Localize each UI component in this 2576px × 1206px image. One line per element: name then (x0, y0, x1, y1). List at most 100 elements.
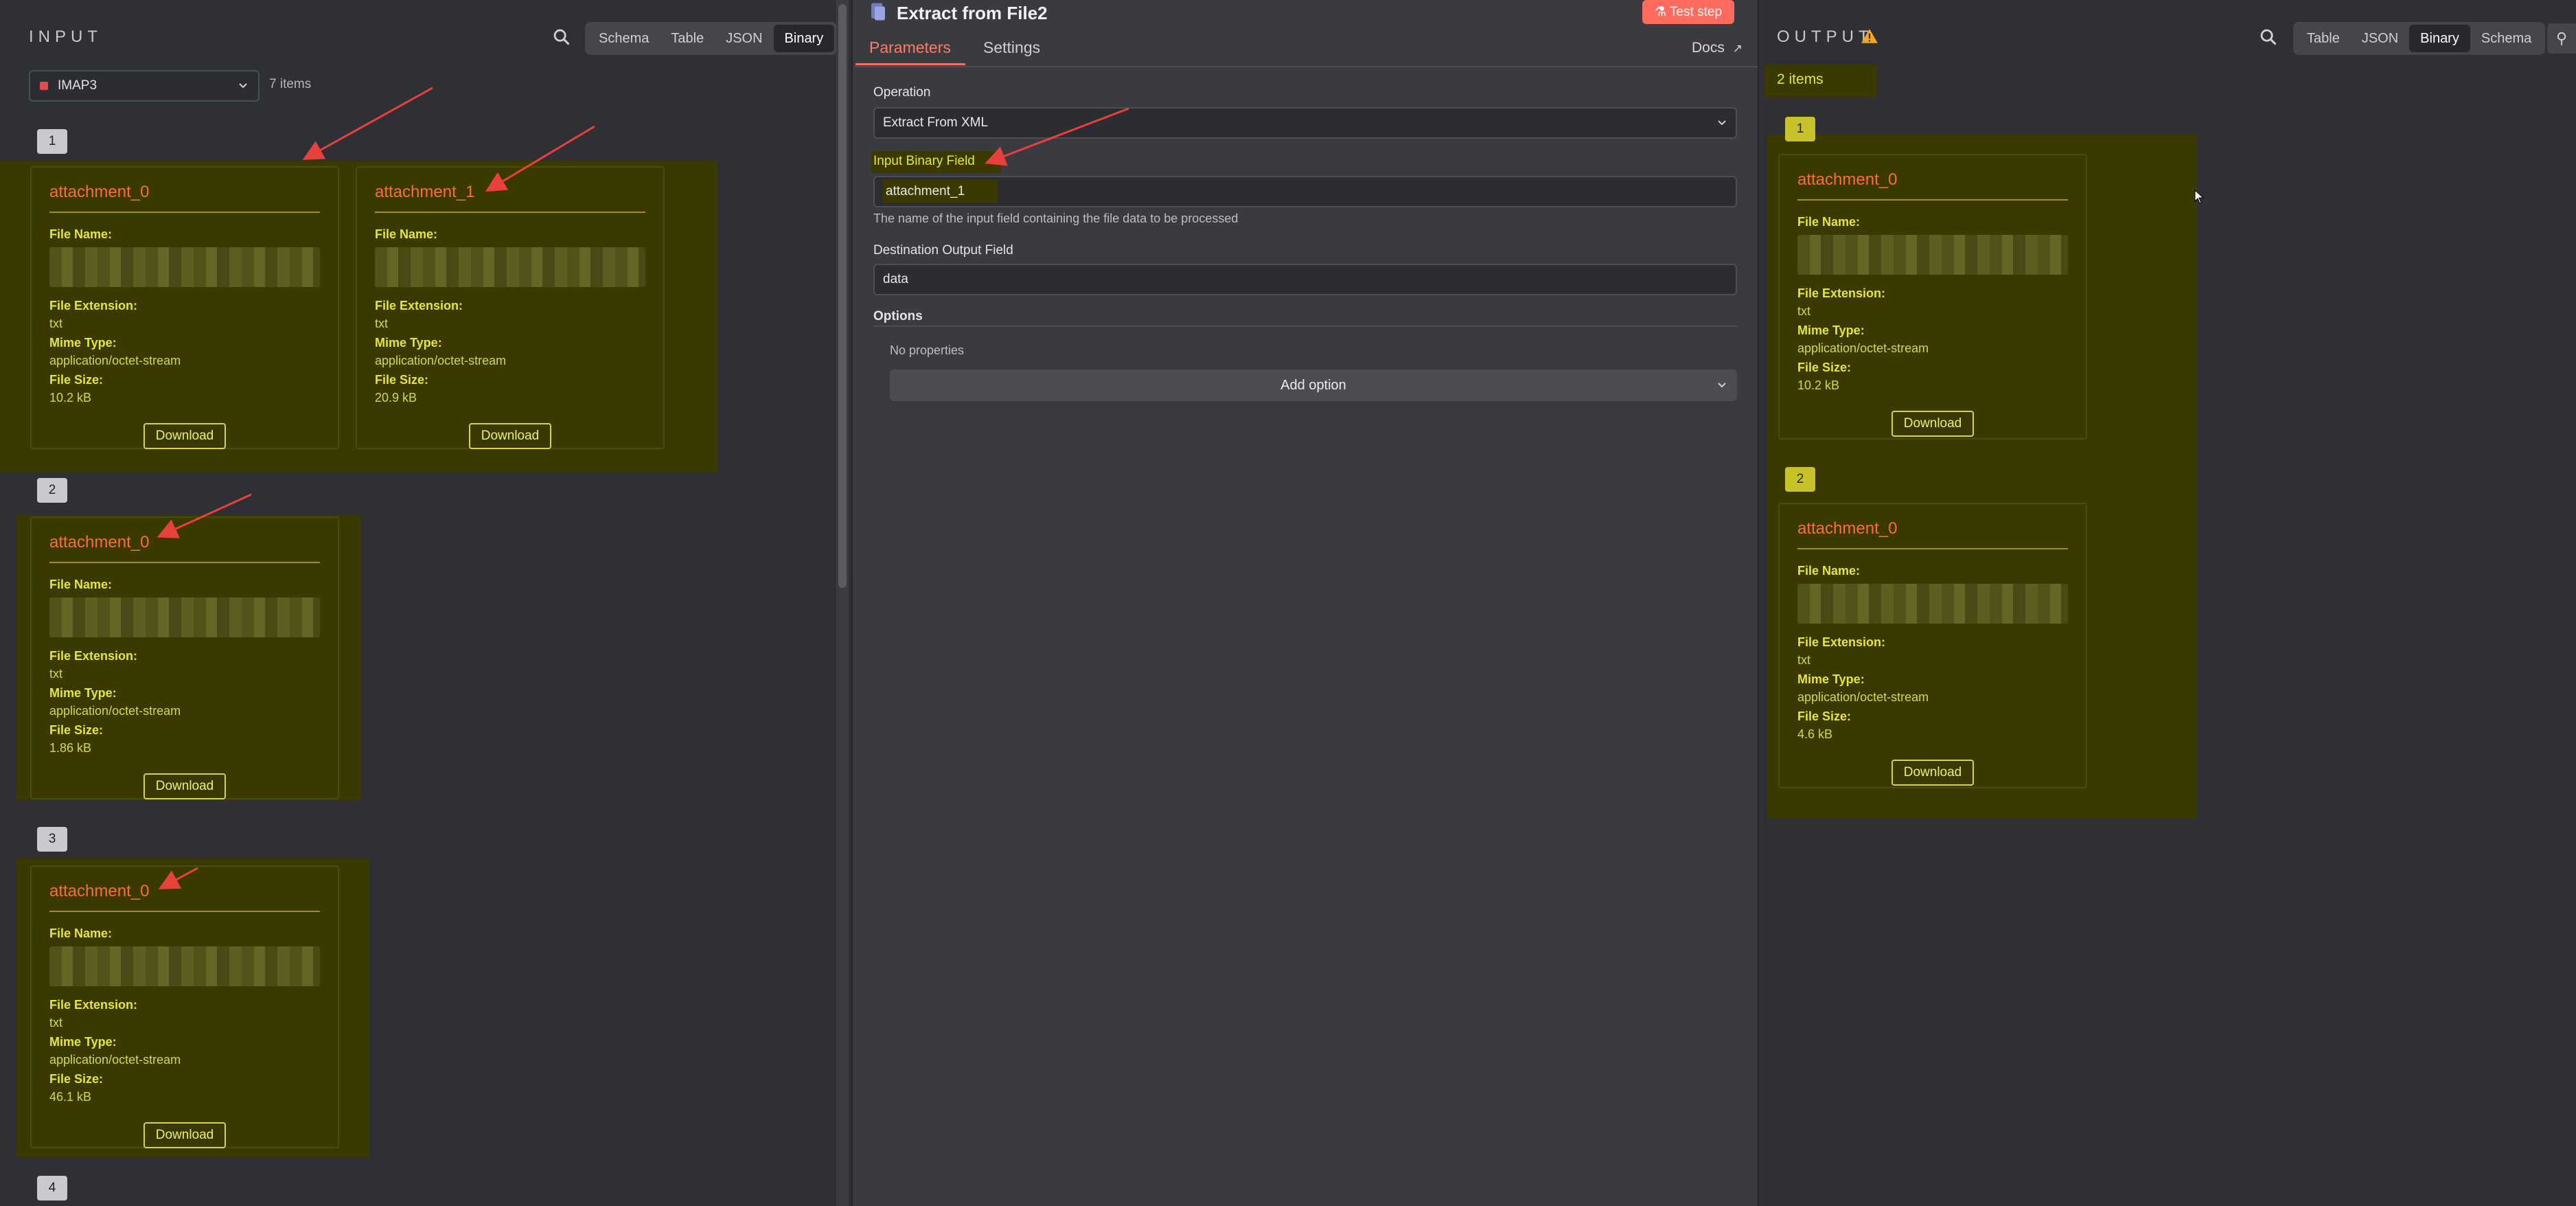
file-size-value: 20.9 kB (375, 391, 417, 405)
file-size-value: 1.86 kB (49, 741, 92, 755)
file-size-label: File Size: (1797, 709, 1852, 723)
file-size-label: File Size: (375, 373, 429, 387)
file-node-icon (871, 3, 885, 21)
search-icon[interactable] (2259, 27, 2278, 47)
tab-json[interactable]: JSON (2351, 25, 2409, 52)
input-view-tabs: Schema Table JSON Binary (585, 22, 838, 55)
scrollbar-thumb[interactable] (838, 4, 847, 588)
options-divider (873, 326, 1737, 327)
tab-schema[interactable]: Schema (2470, 25, 2542, 52)
mime-type-value: application/octet-stream (375, 354, 507, 367)
file-extension-label: File Extension: (49, 998, 138, 1012)
output-title: OUTPUT (1777, 27, 1874, 46)
mime-type-label: Mime Type: (49, 336, 117, 350)
file-name-label: File Name: (49, 227, 113, 241)
card-title: attachment_0 (49, 183, 320, 213)
file-size-label: File Size: (49, 373, 104, 387)
binary-card: attachment_0 File Name: File Extension: … (30, 865, 339, 1148)
file-size-value: 10.2 kB (49, 391, 92, 405)
operation-select[interactable]: Extract From XML (873, 107, 1737, 139)
card-title: attachment_0 (1797, 170, 2068, 201)
tab-binary[interactable]: Binary (773, 25, 835, 52)
test-step-label: Test step (1669, 5, 1723, 19)
input-binary-field[interactable]: attachment_1 (873, 176, 1737, 207)
card-title: attachment_0 (49, 533, 320, 563)
operation-label: Operation (873, 85, 931, 100)
input-title: INPUT (29, 27, 102, 46)
download-button[interactable]: Download (1891, 760, 1975, 786)
pin-data-button[interactable]: ⚲ (2547, 23, 2576, 54)
mime-type-value: application/octet-stream (1797, 341, 1929, 355)
docs-link[interactable]: Docs ↗ (1692, 40, 1743, 56)
add-option-label: Add option (1280, 377, 1346, 393)
file-extension-value: txt (49, 667, 63, 681)
download-button[interactable]: Download (468, 423, 552, 449)
input-items-count: 7 items (269, 77, 312, 91)
item-index-badge: 2 (37, 478, 67, 503)
binary-card: attachment_1 File Name: File Extension: … (356, 166, 665, 449)
input-scrollbar[interactable] (836, 0, 849, 1206)
file-name-label: File Name: (49, 926, 113, 940)
item-index-badge: 2 (1785, 467, 1815, 492)
chevron-down-icon (1718, 383, 1726, 388)
input-binary-hint: The name of the input field containing t… (873, 212, 1239, 225)
tab-table[interactable]: Table (2296, 25, 2351, 52)
mime-type-label: Mime Type: (49, 1035, 117, 1049)
chevron-down-icon (239, 83, 247, 89)
redacted-file-name (1797, 584, 2068, 624)
pin-icon: ⚲ (2555, 30, 2568, 47)
redacted-file-name (49, 598, 320, 637)
tab-parameters[interactable]: Parameters (869, 38, 951, 57)
test-step-button[interactable]: ⚗ Test step (1642, 0, 1735, 24)
download-button[interactable]: Download (143, 423, 227, 449)
file-extension-value: txt (1797, 304, 1811, 318)
add-option-button[interactable]: Add option (890, 369, 1737, 401)
tab-settings[interactable]: Settings (983, 38, 1040, 57)
file-name-label: File Name: (375, 227, 438, 241)
card-title: attachment_0 (1797, 519, 2068, 549)
tab-binary[interactable]: Binary (2409, 25, 2470, 52)
item-index-badge: 3 (37, 827, 67, 852)
input-binary-value: attachment_1 (883, 180, 998, 203)
search-icon[interactable] (552, 27, 571, 47)
destination-output-field[interactable]: data (873, 264, 1737, 295)
operation-value: Extract From XML (883, 115, 989, 130)
mime-type-label: Mime Type: (1797, 672, 1865, 686)
docs-label: Docs (1692, 40, 1725, 56)
file-size-label: File Size: (49, 1072, 104, 1086)
tab-schema[interactable]: Schema (588, 25, 660, 52)
file-size-label: File Size: (49, 723, 104, 737)
file-extension-value: txt (1797, 653, 1811, 667)
no-properties-text: No properties (890, 343, 965, 357)
output-view-tabs: Table JSON Binary Schema (2293, 22, 2546, 55)
file-extension-label: File Extension: (375, 299, 463, 312)
source-node-label: IMAP3 (58, 78, 97, 93)
mime-type-label: Mime Type: (1797, 323, 1865, 337)
output-items-count: 2 items (1777, 71, 1824, 87)
flask-icon: ⚗ (1655, 5, 1670, 19)
item-index-badge: 1 (37, 129, 67, 154)
binary-card: attachment_0 File Name: File Extension: … (1778, 503, 2087, 788)
tab-json[interactable]: JSON (715, 25, 773, 52)
source-node-select[interactable]: IMAP3 (29, 70, 260, 102)
file-name-label: File Name: (1797, 215, 1861, 229)
input-binary-field-label: Input Binary Field (873, 154, 975, 168)
download-button[interactable]: Download (143, 1122, 227, 1148)
node-title[interactable]: Extract from File2 (897, 3, 1048, 24)
file-extension-value: txt (49, 1016, 63, 1029)
file-extension-label: File Extension: (1797, 635, 1886, 649)
tab-table[interactable]: Table (660, 25, 715, 52)
download-button[interactable]: Download (1891, 411, 1975, 437)
binary-card: attachment_0 File Name: File Extension: … (1778, 154, 2087, 440)
file-size-value: 4.6 kB (1797, 727, 1833, 741)
destination-output-value: data (883, 272, 908, 286)
file-extension-label: File Extension: (49, 649, 138, 663)
download-button[interactable]: Download (143, 773, 227, 799)
mime-type-value: application/octet-stream (49, 704, 181, 718)
redacted-file-name (49, 247, 320, 287)
card-title: attachment_0 (49, 882, 320, 912)
file-extension-label: File Extension: (49, 299, 138, 312)
binary-card: attachment_0 File Name: File Extension: … (30, 516, 339, 799)
redacted-file-name (49, 946, 320, 986)
item-index-badge: 4 (37, 1176, 67, 1201)
